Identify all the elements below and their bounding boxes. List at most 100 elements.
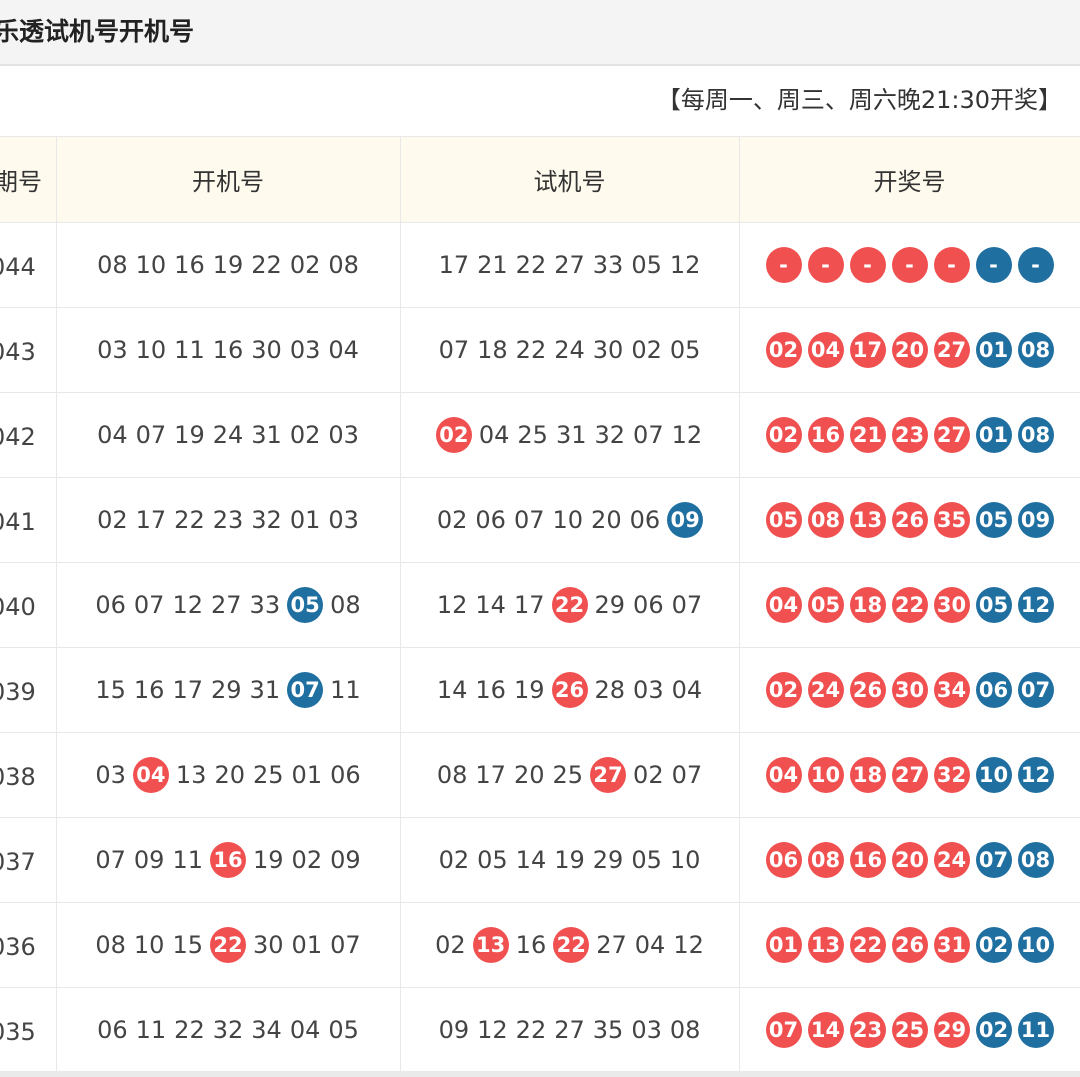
number: 10: [135, 336, 167, 364]
number: 30: [253, 931, 284, 959]
red-ball: 32: [933, 757, 970, 793]
shiji-cell: 08 17 20 25 27 02 07: [399, 732, 740, 818]
issue-number: 043: [0, 338, 36, 366]
prize-cell: 04 05 18 22 30 05 12: [738, 562, 1080, 648]
column-header-prize: 开奖号: [738, 136, 1080, 223]
red-ball: 10: [807, 757, 844, 793]
red-ball: 02: [765, 672, 802, 708]
shiji-cell: 02 05 14 19 29 05 10: [399, 817, 740, 903]
shiji-cell: 02 06 07 10 20 06 09: [399, 477, 740, 563]
red-ball: 04: [807, 332, 844, 368]
number: 02: [97, 506, 128, 534]
number: 27: [211, 591, 242, 619]
issue-number: 037: [0, 848, 36, 876]
number: 07: [671, 591, 703, 619]
number: 25: [552, 761, 584, 789]
horizontal-scrollbar[interactable]: [0, 1071, 1080, 1077]
highlighted-ball: 04: [132, 757, 169, 793]
number: 05: [477, 846, 508, 874]
number: 03: [95, 761, 126, 789]
red-ball: 16: [807, 417, 844, 453]
red-ball: 23: [849, 1012, 886, 1048]
kaiji-cell: 15 16 17 29 31 07 11: [55, 647, 401, 733]
blue-ball: 01: [975, 417, 1012, 453]
number: 20: [214, 761, 245, 789]
number: 07: [135, 421, 167, 449]
number: 08: [97, 251, 128, 279]
issue-number: 039: [0, 678, 36, 706]
number: 11: [330, 676, 361, 704]
number: 16: [133, 676, 165, 704]
red-ball: 13: [849, 502, 886, 538]
red-ball: 30: [933, 587, 970, 623]
table-row: 0430310111630030407182224300205020417202…: [0, 307, 1080, 393]
number: 12: [669, 251, 701, 279]
number: 02: [438, 846, 470, 874]
number: 11: [174, 336, 205, 364]
prize-cell: 07 14 23 25 29 02 11: [738, 987, 1080, 1073]
number: 03: [289, 336, 321, 364]
number: 22: [174, 1016, 205, 1044]
number: 02: [631, 336, 662, 364]
blue-ball: 01: [975, 332, 1012, 368]
blue-ball: 08: [1017, 417, 1054, 453]
issue-number: 035: [0, 1018, 36, 1046]
highlighted-ball: 22: [551, 587, 588, 623]
number: 19: [554, 846, 585, 874]
number: 02: [436, 506, 468, 534]
kaiji-cell: 04 07 19 24 31 02 03: [55, 392, 401, 478]
column-header-kaiji: 开机号: [55, 136, 401, 223]
prize-cell: 02 24 26 30 34 06 07: [738, 647, 1080, 733]
number: 12: [172, 591, 203, 619]
number: 07: [671, 761, 703, 789]
draw-schedule-notice: 【每周一、周三、周六晚21:30开奖】: [656, 86, 1062, 114]
highlighted-ball: 13: [472, 927, 509, 963]
red-ball: 16: [849, 842, 886, 878]
number: 22: [515, 251, 547, 279]
red-ball: 30: [891, 672, 928, 708]
red-ball: 34: [933, 672, 970, 708]
number: 03: [633, 676, 664, 704]
issue-number: 044: [0, 253, 36, 281]
number: 08: [328, 251, 359, 279]
red-ball: -: [807, 247, 844, 283]
number: 02: [633, 761, 664, 789]
red-ball: 24: [807, 672, 844, 708]
number: 10: [135, 251, 167, 279]
number: 02: [289, 421, 321, 449]
number: 29: [592, 846, 624, 874]
number: 02: [289, 251, 321, 279]
number: 06: [97, 1016, 128, 1044]
number: 24: [554, 336, 585, 364]
number: 31: [555, 421, 587, 449]
number: 22: [251, 251, 282, 279]
number: 18: [477, 336, 508, 364]
red-ball: 24: [933, 842, 970, 878]
highlighted-ball: 22: [210, 927, 246, 963]
red-ball: 22: [891, 587, 928, 623]
number: 31: [251, 421, 282, 449]
blue-ball: 08: [1017, 842, 1054, 878]
red-ball: 18: [849, 757, 886, 793]
kaiji-cell: 06 11 22 32 34 04 05: [55, 987, 401, 1073]
number: 25: [517, 421, 548, 449]
number: 31: [249, 676, 281, 704]
blue-ball: 10: [975, 757, 1012, 793]
blue-ball: 07: [975, 842, 1012, 878]
number: 07: [95, 846, 126, 874]
number: 12: [673, 931, 704, 959]
number: 07: [330, 931, 361, 959]
number: 06: [629, 506, 661, 534]
table-row: 0350611223234040509122227350308071423252…: [0, 987, 1080, 1073]
prize-cell: 05 08 13 26 35 05 09: [738, 477, 1080, 563]
number: 20: [513, 761, 545, 789]
highlighted-ball: 26: [551, 672, 588, 708]
number: 12: [436, 591, 468, 619]
blue-ball: 02: [975, 1012, 1012, 1048]
number: 05: [631, 846, 662, 874]
red-ball: 26: [891, 927, 928, 963]
number: 05: [631, 251, 662, 279]
issue-number: 042: [0, 423, 36, 451]
number: 17: [513, 591, 545, 619]
red-ball: 29: [933, 1012, 970, 1048]
